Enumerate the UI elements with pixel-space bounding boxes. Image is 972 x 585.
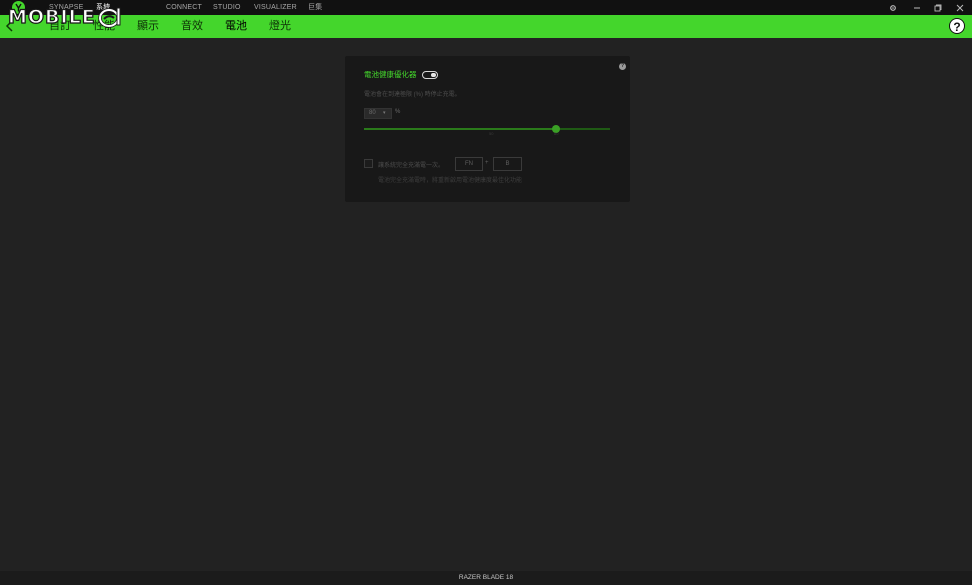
gear-icon[interactable] [887, 2, 899, 13]
key-fn: FN [455, 157, 483, 171]
slider-tick-low: 50 [489, 131, 494, 136]
charge-limit-slider[interactable] [364, 125, 610, 133]
charge-limit-value: 80 [369, 110, 376, 116]
help-icon[interactable]: ? [949, 18, 965, 34]
key-b: B [493, 157, 522, 171]
battery-optimizer-toggle[interactable] [422, 71, 438, 79]
key-plus: + [485, 160, 489, 166]
full-charge-description: 電池完全充滿電時，將重新啟用電池健康度最佳化功能 [378, 178, 523, 184]
top-nav-bar: SYNAPSE 系統 CONNECT STUDIO VISUALIZER 巨集 [0, 0, 972, 15]
tab-lighting[interactable]: 燈光 [269, 15, 291, 38]
charge-limit-select[interactable]: 80 ▾ [364, 108, 392, 119]
battery-optimizer-description: 電池會在到達極限 (%) 時停止充電。 [364, 92, 461, 98]
close-icon[interactable] [954, 2, 966, 13]
battery-health-panel: ? 電池健康優化器 電池會在到達極限 (%) 時停止充電。 80 ▾ % 50 … [345, 56, 630, 202]
toggle-knob [431, 73, 436, 77]
tab-battery[interactable]: 電池 [225, 15, 247, 38]
slider-tick-high: 80 [554, 131, 559, 136]
battery-optimizer-title: 電池健康優化器 [364, 70, 417, 79]
tab-display[interactable]: 顯示 [137, 15, 159, 38]
chevron-down-icon: ▾ [383, 110, 386, 116]
full-charge-checkbox[interactable] [364, 159, 373, 168]
nav-visualizer[interactable]: VISUALIZER [254, 0, 297, 15]
tab-audio[interactable]: 音效 [181, 15, 203, 38]
tab-performance[interactable]: 性能 [93, 15, 115, 38]
nav-macro[interactable]: 巨集 [308, 0, 322, 15]
slider-fill [364, 128, 556, 130]
full-charge-label: 讓系統完全充滿電一次。 [378, 163, 445, 169]
charge-limit-unit: % [395, 109, 401, 115]
chevron-left-icon[interactable] [5, 18, 17, 34]
nav-studio[interactable]: STUDIO [213, 0, 241, 15]
sub-nav-bar: 自訂 性能 顯示 音效 電池 燈光 ? [0, 15, 972, 38]
nav-synapse[interactable]: SYNAPSE [49, 0, 83, 15]
restore-icon[interactable] [932, 2, 944, 13]
razer-logo-icon[interactable] [12, 1, 25, 14]
device-status-bar: RAZER BLADE 18 [0, 571, 972, 585]
minimize-icon[interactable] [911, 2, 923, 13]
tab-custom[interactable]: 自訂 [49, 15, 71, 38]
panel-help-icon[interactable]: ? [619, 63, 626, 70]
nav-connect[interactable]: CONNECT [166, 0, 202, 15]
device-name: RAZER BLADE 18 [458, 574, 514, 581]
nav-system[interactable]: 系統 [96, 0, 110, 15]
